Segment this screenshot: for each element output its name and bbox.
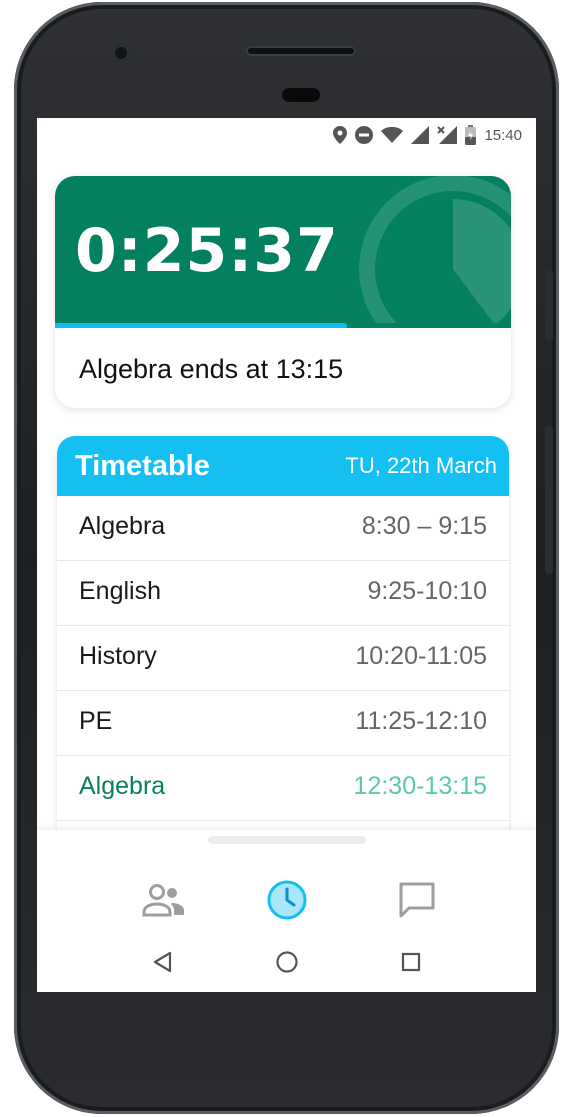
progress-fill (55, 323, 347, 328)
status-time: 15:40 (484, 126, 522, 144)
timetable-row[interactable]: English 9:25-10:10 (57, 561, 509, 626)
row-time: 8:30 – 9:15 (361, 512, 487, 540)
countdown-header: 0:25:37 (55, 176, 511, 328)
battery-charging-icon (465, 125, 477, 145)
volume-button (545, 426, 553, 574)
recent-apps-icon (401, 952, 421, 972)
clock-tab[interactable] (257, 870, 317, 930)
timetable-title: Timetable (75, 450, 210, 482)
class-end-text: Algebra ends at 13:15 (79, 354, 344, 384)
clock-icon (267, 880, 307, 920)
system-home-button[interactable] (267, 942, 307, 982)
countdown-card[interactable]: 0:25:37 Algebra ends at 13:15 (55, 176, 511, 408)
row-time: 11:25-12:10 (355, 707, 487, 735)
timetable-header: Timetable TU, 22th March (57, 436, 509, 496)
countdown-time: 0:25:37 (75, 216, 339, 286)
people-icon (142, 884, 184, 917)
front-camera (112, 44, 130, 62)
people-tab[interactable] (134, 870, 194, 930)
row-subject: PE (79, 707, 113, 735)
home-icon (276, 951, 298, 973)
row-subject: Algebra (79, 512, 166, 540)
signal-icon (411, 126, 430, 144)
location-icon (333, 126, 348, 144)
progress-bar (55, 323, 511, 328)
row-time: 10:20-11:05 (355, 642, 487, 670)
power-button (545, 270, 553, 340)
row-subject: English (79, 577, 161, 605)
timetable-row-current[interactable]: Algebra 12:30-13:15 (57, 756, 509, 821)
row-time: 9:25-10:10 (367, 577, 487, 605)
timetable-row[interactable]: History 10:20-11:05 (57, 626, 509, 691)
timetable-date[interactable]: TU, 22th March (345, 453, 497, 479)
system-recent-apps-button[interactable] (391, 942, 431, 982)
timetable-row[interactable]: Algebra 8:30 – 9:15 (57, 496, 509, 561)
chat-tab[interactable] (387, 870, 447, 930)
row-subject: Algebra (79, 772, 166, 800)
row-time: 12:30-13:15 (353, 772, 487, 800)
drag-handle[interactable] (208, 836, 366, 844)
system-back-button[interactable] (143, 942, 183, 982)
chat-icon (399, 882, 435, 918)
timetable-row[interactable]: PE 11:25-12:10 (57, 691, 509, 756)
signal-no-data-icon (437, 126, 458, 144)
clock-progress-graphic (359, 176, 511, 328)
bottom-sheet (37, 830, 536, 992)
earpiece-speaker (246, 46, 356, 56)
do-not-disturb-icon (355, 126, 374, 144)
wifi-icon (381, 127, 404, 143)
row-subject: History (79, 642, 157, 670)
timetable-list: Algebra 8:30 – 9:15 English 9:25-10:10 H… (57, 496, 509, 821)
back-icon (153, 951, 172, 973)
status-bar: 15:40 (37, 118, 536, 152)
proximity-sensor (282, 88, 320, 102)
screen: 15:40 0:25:37 Algebra ends at 13:15 Time… (37, 118, 536, 992)
